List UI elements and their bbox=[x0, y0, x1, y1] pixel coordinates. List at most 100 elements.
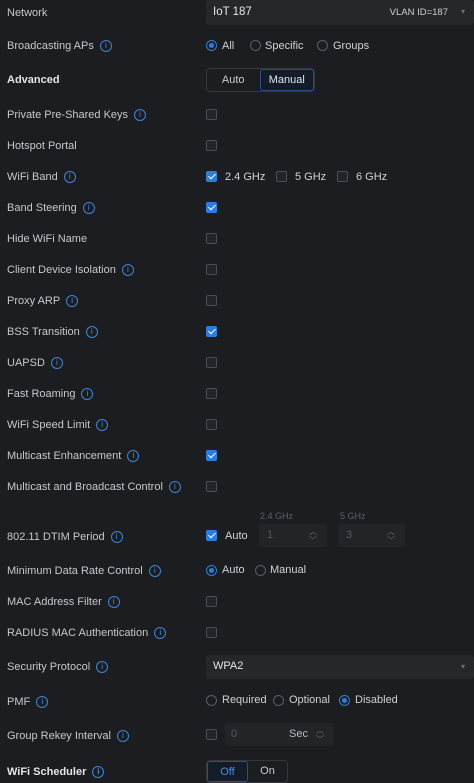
broadcast-groups-radio[interactable] bbox=[317, 40, 328, 51]
dtim-auto-checkbox[interactable] bbox=[206, 530, 217, 541]
band-6-label: 6 GHz bbox=[356, 171, 388, 183]
info-icon[interactable]: i bbox=[116, 730, 129, 742]
info-icon[interactable]: i bbox=[63, 171, 76, 183]
multicast-label: Multicast Enhancement i bbox=[7, 450, 140, 462]
info-icon[interactable]: i bbox=[82, 202, 95, 214]
mbcontrol-checkbox[interactable] bbox=[206, 481, 217, 492]
mindata-auto-radio[interactable] bbox=[206, 565, 217, 576]
info-icon[interactable]: i bbox=[127, 450, 140, 462]
security-select[interactable]: WPA2 ▾ bbox=[206, 655, 474, 679]
info-icon[interactable]: i bbox=[154, 627, 167, 639]
proxyarp-checkbox[interactable] bbox=[206, 295, 217, 306]
broadcast-specific-label: Specific bbox=[265, 40, 304, 52]
dtim-auto-label: Auto bbox=[225, 530, 248, 542]
multicast-checkbox[interactable] bbox=[206, 450, 217, 461]
fastroam-checkbox[interactable] bbox=[206, 388, 217, 399]
macfilter-checkbox[interactable] bbox=[206, 596, 217, 607]
mbcontrol-label: Multicast and Broadcast Control i bbox=[7, 481, 181, 493]
dtim-24-input[interactable]: 1 ︿ ﹀ bbox=[259, 524, 327, 547]
info-icon[interactable]: i bbox=[50, 357, 63, 369]
scheduler-toggle[interactable]: Off On bbox=[206, 760, 288, 783]
proxyarp-label: Proxy ARP i bbox=[7, 295, 79, 307]
advanced-manual-option[interactable]: Manual bbox=[259, 69, 314, 91]
chevron-down-icon: ▾ bbox=[460, 662, 465, 671]
info-icon[interactable]: i bbox=[148, 565, 161, 577]
broadcast-all-label: All bbox=[222, 40, 235, 52]
band-5-checkbox[interactable] bbox=[276, 171, 287, 182]
security-label: Security Protocol i bbox=[7, 661, 109, 673]
security-value: WPA2 bbox=[213, 660, 244, 672]
broadcast-groups-label: Groups bbox=[333, 40, 370, 52]
mindata-manual-radio[interactable] bbox=[255, 565, 266, 576]
chevron-down-icon: ▾ bbox=[460, 7, 465, 16]
psk-checkbox[interactable] bbox=[206, 109, 217, 120]
hotspot-label: Hotspot Portal bbox=[7, 140, 77, 152]
uapsd-checkbox[interactable] bbox=[206, 357, 217, 368]
pmf-optional-radio[interactable] bbox=[273, 695, 284, 706]
info-icon[interactable]: i bbox=[121, 264, 134, 276]
advanced-toggle[interactable]: Auto Manual bbox=[206, 68, 315, 92]
uapsd-label: UAPSD i bbox=[7, 357, 63, 369]
wifiband-label: WiFi Band i bbox=[7, 171, 76, 183]
pmf-required-label: Required bbox=[222, 694, 267, 706]
band-6-checkbox[interactable] bbox=[337, 171, 348, 182]
macfilter-label: MAC Address Filter i bbox=[7, 596, 120, 608]
chevron-up-icon[interactable]: ︿ bbox=[387, 528, 395, 536]
pmf-label: PMF i bbox=[7, 696, 49, 708]
info-icon[interactable]: i bbox=[36, 696, 49, 708]
rekey-unit: Sec bbox=[289, 728, 308, 740]
radius-checkbox[interactable] bbox=[206, 627, 217, 638]
isolation-checkbox[interactable] bbox=[206, 264, 217, 275]
chevron-up-icon[interactable]: ︿ bbox=[316, 727, 324, 735]
dtim-label: 802.11 DTIM Period i bbox=[7, 531, 123, 543]
info-icon[interactable]: i bbox=[85, 326, 98, 338]
info-icon[interactable]: i bbox=[92, 766, 105, 778]
bandsteering-checkbox[interactable] bbox=[206, 202, 217, 213]
speedlimit-checkbox[interactable] bbox=[206, 419, 217, 430]
scheduler-label: WiFi Scheduler i bbox=[7, 766, 105, 778]
info-icon[interactable]: i bbox=[107, 596, 120, 608]
chevron-down-icon[interactable]: ﹀ bbox=[387, 537, 395, 545]
dtim-5-hint: 5 GHz bbox=[340, 511, 366, 521]
fastroam-label: Fast Roaming i bbox=[7, 388, 94, 400]
network-value: IoT 187 bbox=[213, 6, 252, 18]
band-24-checkbox[interactable] bbox=[206, 171, 217, 182]
broadcast-specific-radio[interactable] bbox=[250, 40, 261, 51]
bandsteering-label: Band Steering i bbox=[7, 202, 95, 214]
info-icon[interactable]: i bbox=[110, 531, 123, 543]
info-icon[interactable]: i bbox=[66, 295, 79, 307]
pmf-required-radio[interactable] bbox=[206, 695, 217, 706]
chevron-down-icon[interactable]: ﹀ bbox=[316, 736, 324, 744]
hotspot-checkbox[interactable] bbox=[206, 140, 217, 151]
bss-checkbox[interactable] bbox=[206, 326, 217, 337]
pmf-disabled-radio[interactable] bbox=[339, 695, 350, 706]
mindata-manual-label: Manual bbox=[270, 564, 307, 576]
pmf-disabled-label: Disabled bbox=[355, 694, 398, 706]
info-icon[interactable]: i bbox=[168, 481, 181, 493]
info-icon[interactable]: i bbox=[96, 661, 109, 673]
info-icon[interactable]: i bbox=[134, 109, 147, 121]
scheduler-off-option[interactable]: Off bbox=[207, 761, 248, 782]
info-icon[interactable]: i bbox=[81, 388, 94, 400]
info-icon[interactable]: i bbox=[99, 40, 112, 52]
chevron-up-icon[interactable]: ︿ bbox=[309, 528, 317, 536]
rekey-input[interactable]: 0 Sec ︿ ﹀ bbox=[225, 723, 334, 746]
dtim-24-hint: 2.4 GHz bbox=[260, 511, 294, 521]
vlan-badge: VLAN ID=187 bbox=[389, 7, 448, 18]
hidename-checkbox[interactable] bbox=[206, 233, 217, 244]
advanced-auto-option[interactable]: Auto bbox=[207, 69, 260, 91]
broadcast-all-radio[interactable] bbox=[206, 40, 217, 51]
psk-label: Private Pre-Shared Keys i bbox=[7, 109, 147, 121]
network-select[interactable]: IoT 187 VLAN ID=187 ▾ bbox=[206, 0, 474, 25]
broadcasting-label: Broadcasting APs i bbox=[7, 40, 112, 52]
speedlimit-label: WiFi Speed Limit i bbox=[7, 419, 109, 431]
hidename-label: Hide WiFi Name bbox=[7, 233, 88, 245]
advanced-label: Advanced bbox=[7, 74, 60, 86]
info-icon[interactable]: i bbox=[96, 419, 109, 431]
dtim-5-input[interactable]: 3 ︿ ﹀ bbox=[338, 524, 405, 547]
scheduler-on-option[interactable]: On bbox=[248, 761, 287, 782]
mindata-auto-label: Auto bbox=[222, 564, 245, 576]
network-label: Network bbox=[7, 7, 48, 19]
rekey-checkbox[interactable] bbox=[206, 729, 217, 740]
chevron-down-icon[interactable]: ﹀ bbox=[309, 537, 317, 545]
